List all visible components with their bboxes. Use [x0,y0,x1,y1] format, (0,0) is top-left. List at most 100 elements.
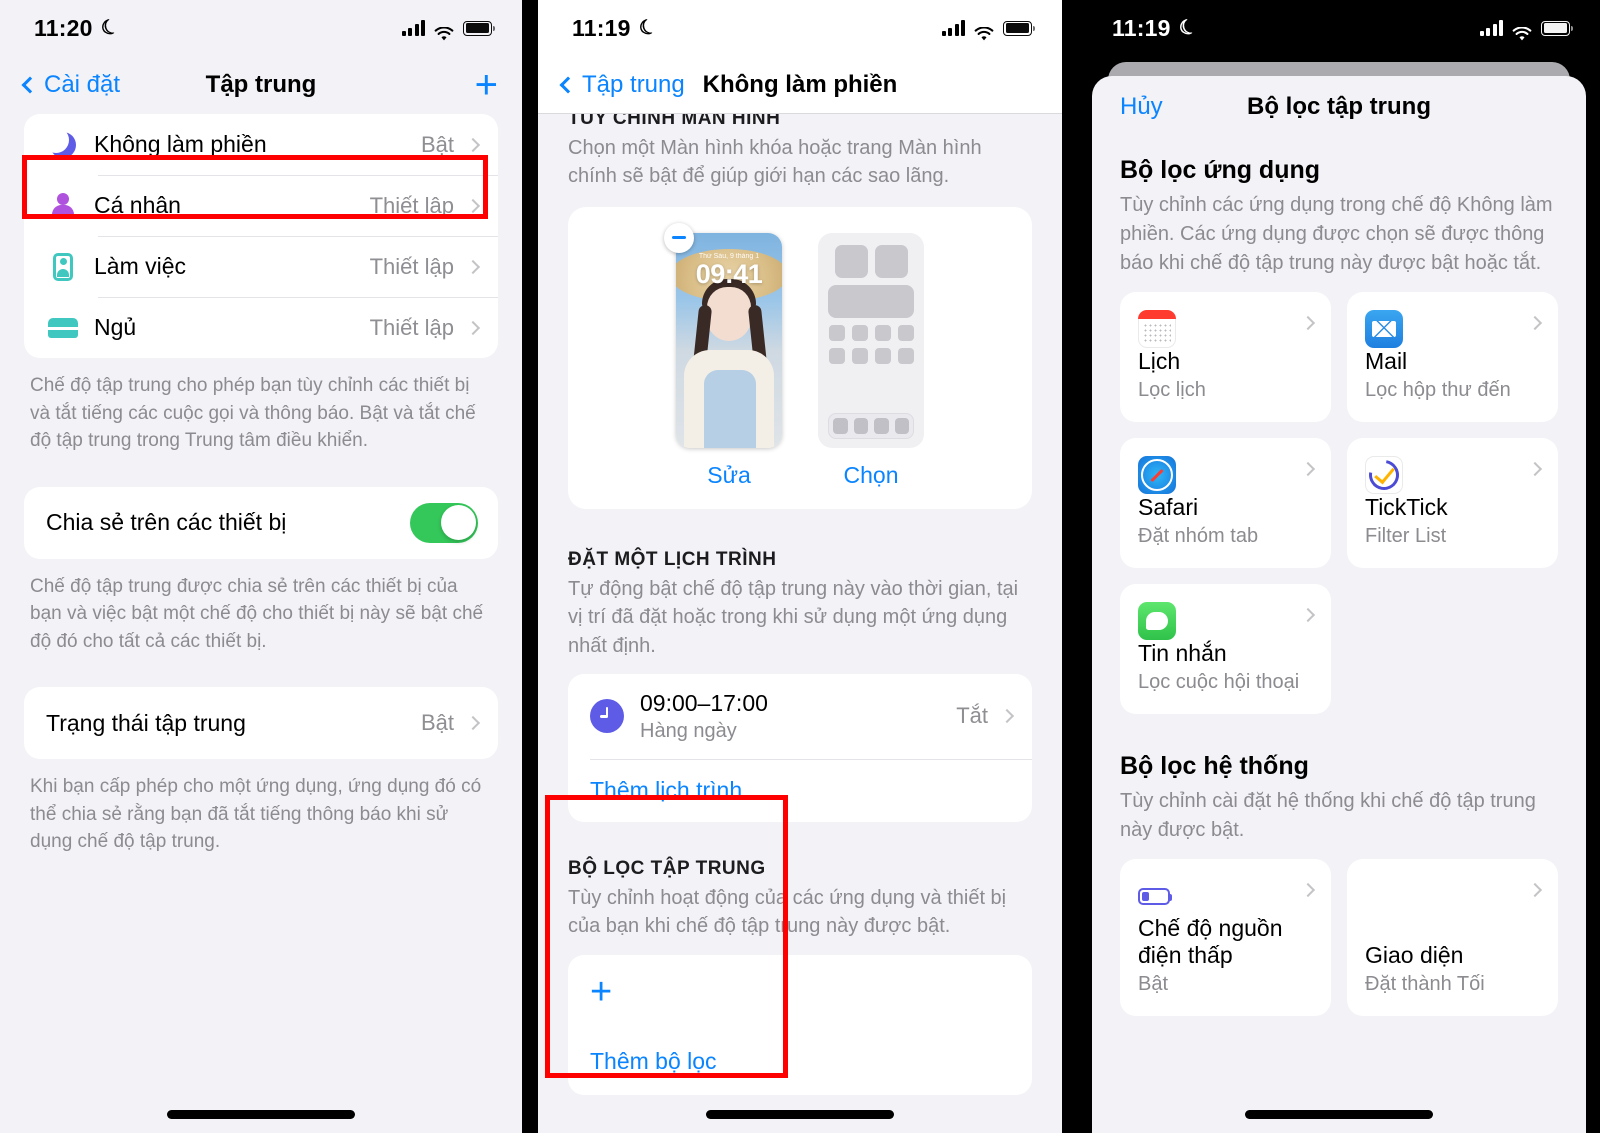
focus-status-card: Trạng thái tập trung Bật [24,687,498,760]
choose-home-screen-button[interactable]: Chọn [844,462,899,489]
lock-screen-thumbnail[interactable]: Thứ Sáu, 9 tháng 1 09:41 [664,222,782,448]
calendar-app-icon [1138,310,1176,348]
focus-row-personal[interactable]: Cá nhân Thiết lập [24,175,498,236]
wallpaper-dress [704,369,756,448]
phone-panel-focus-settings: 11:20 ☾ Cài đặt Tập trung + Không làm ph… [0,0,522,1133]
system-filters-title: Bộ lọc hệ thống [1120,752,1309,780]
back-button[interactable]: Cài đặt [21,71,120,99]
schedule-row[interactable]: 09:00–17:00 Hàng ngày Tắt [568,674,1032,759]
edit-lock-screen-button[interactable]: Sửa [707,462,751,489]
chevron-right-icon [465,320,481,335]
person-icon [46,192,80,219]
tile-header [1138,602,1316,640]
focus-row-work[interactable]: Làm việc Thiết lập [24,236,498,297]
widget-row [828,244,914,278]
back-button[interactable]: Tập trung [559,70,685,99]
focus-row-value: Thiết lập [369,192,454,218]
focus-status-footer-text: Khi bạn cấp phép cho một ứng dụng, ứng d… [30,776,482,853]
focus-status-label: Trạng thái tập trung [46,709,246,736]
focus-status-row[interactable]: Trạng thái tập trung Bật [24,687,498,759]
status-bar: 11:19 ☾ [1078,0,1600,56]
bed-icon [46,317,80,338]
share-footer-text: Chế độ tập trung được chia sẻ trên các t… [30,575,484,652]
wifi-icon [434,21,454,40]
focus-row-do-not-disturb[interactable]: Không làm phiền Bật [24,114,498,175]
chevron-right-icon [465,259,481,274]
tile-app-name: Mail [1365,348,1408,374]
add-schedule-button[interactable]: Thêm lịch trình [568,758,1032,822]
filter-tile-mail[interactable]: Mail Lọc hộp thư đến [1347,292,1558,422]
status-bar: 11:20 ☾ [0,0,522,56]
filter-tile-appearance[interactable]: Giao diện Đặt thành Tối [1347,859,1558,1016]
tile-header [1138,877,1316,915]
section-header: ĐẶT MỘT LỊCH TRÌNH [568,548,777,570]
sheet-navigation-bar: Hủy Bộ lọc tập trung [1092,76,1586,138]
panel-divider-1 [522,0,538,1133]
system-filter-grid: Chế độ nguồn điện thấp Bật Giao diện Đặt… [1092,845,1586,1016]
share-across-devices-label: Chia sẻ trên các thiết bị [46,509,287,536]
tile-header [1138,456,1316,494]
tile-app-name: Chế độ nguồn điện thấp [1138,915,1283,968]
chevron-right-icon [1300,461,1316,477]
tile-header [1138,310,1316,348]
tile-app-sub: Bật [1138,973,1169,995]
add-focus-button[interactable]: + [475,65,498,105]
chevron-right-icon [1300,607,1316,623]
dnd-scroll-area: TÙY CHỈNH MÀN HÌNH Chọn một Màn hình khó… [538,114,1062,1133]
mail-app-icon [1365,310,1403,348]
status-bar-time: 11:20 [34,14,93,41]
schedule-state: Tắt [956,703,988,729]
add-filter-label: Thêm bộ lọc [590,1047,717,1074]
focus-row-value: Bật [420,131,454,157]
work-badge-icon [46,252,80,281]
chevron-right-icon [1527,315,1543,331]
lock-screen-column: Thứ Sáu, 9 tháng 1 09:41 Sửa [664,222,782,489]
set-schedule-section: ĐẶT MỘT LỊCH TRÌNH Tự động bật chế độ tậ… [538,549,1062,822]
tile-app-name: Safari [1138,494,1199,520]
focus-row-label: Không làm phiền [94,131,267,157]
chevron-right-icon [999,709,1015,724]
filter-tile-calendar[interactable]: Lịch Lọc lịch [1120,292,1331,422]
filter-tile-safari[interactable]: Safari Đặt nhóm tab [1120,438,1331,568]
status-bar-right [941,20,1036,40]
chevron-right-icon [1527,461,1543,477]
filter-tile-messages[interactable]: Tin nhắn Lọc cuộc hội thoại [1120,584,1331,714]
filter-tile-low-power[interactable]: Chế độ nguồn điện thấp Bật [1120,859,1331,1016]
plus-icon: + [590,970,613,1013]
schedule-card: 09:00–17:00 Hàng ngày Tắt Thêm lịch trìn… [568,673,1032,822]
filter-tile-ticktick[interactable]: TickTick Filter List [1347,438,1558,568]
focus-filter-section: BỘ LỌC TẬP TRUNG Tùy chỉnh hoạt động của… [538,858,1062,1095]
section-subtext: Tùy chỉnh hoạt động của các ứng dụng và … [568,886,1007,938]
app-row [828,324,914,341]
moon-icon: ☾ [97,14,123,41]
cellular-signal-icon [401,20,425,36]
wifi-icon [974,21,994,40]
focus-row-sleep[interactable]: Ngủ Thiết lập [24,297,498,358]
share-across-devices-toggle[interactable] [410,502,478,543]
status-bar-time: 11:19 [1112,14,1171,41]
wide-widget [828,284,914,318]
tile-app-sub: Lọc hộp thư đến [1365,379,1511,401]
remove-icon[interactable] [664,222,694,253]
share-across-devices-row[interactable]: Chia sẻ trên các thiết bị [24,487,498,559]
schedule-time-range: 09:00–17:00 [640,689,768,716]
three-panel-screenshot: 11:20 ☾ Cài đặt Tập trung + Không làm ph… [0,0,1600,1133]
share-across-devices-card: Chia sẻ trên các thiết bị [24,486,498,559]
chevron-left-icon [559,76,577,93]
tile-app-sub: Đặt nhóm tab [1138,525,1259,547]
moon-icon: ☾ [635,14,661,41]
home-screen-preview[interactable] [818,232,924,448]
add-filter-card[interactable]: + Thêm bộ lọc [568,954,1032,1095]
section-header: TÙY CHỈNH MÀN HÌNH [568,114,781,129]
back-button-label: Tập trung [582,70,685,98]
app-filter-grid: Lịch Lọc lịch Mail Lọc hộp thư đến Safar… [1092,278,1586,714]
tile-app-sub: Filter List [1365,525,1447,547]
screen-picker-card: Thứ Sáu, 9 tháng 1 09:41 Sửa Chọn [568,206,1032,509]
cancel-button[interactable]: Hủy [1120,93,1163,121]
tile-app-sub: Lọc lịch [1138,379,1206,401]
tile-app-name: Giao diện [1365,942,1464,968]
section-subtext: Chọn một Màn hình khóa hoặc trang Màn hì… [568,137,982,188]
safari-app-icon [1138,456,1176,494]
navigation-bar: Cài đặt Tập trung + [0,56,522,114]
settings-scroll-area: Không làm phiền Bật Cá nhân Thiết lập Là… [0,114,522,1133]
